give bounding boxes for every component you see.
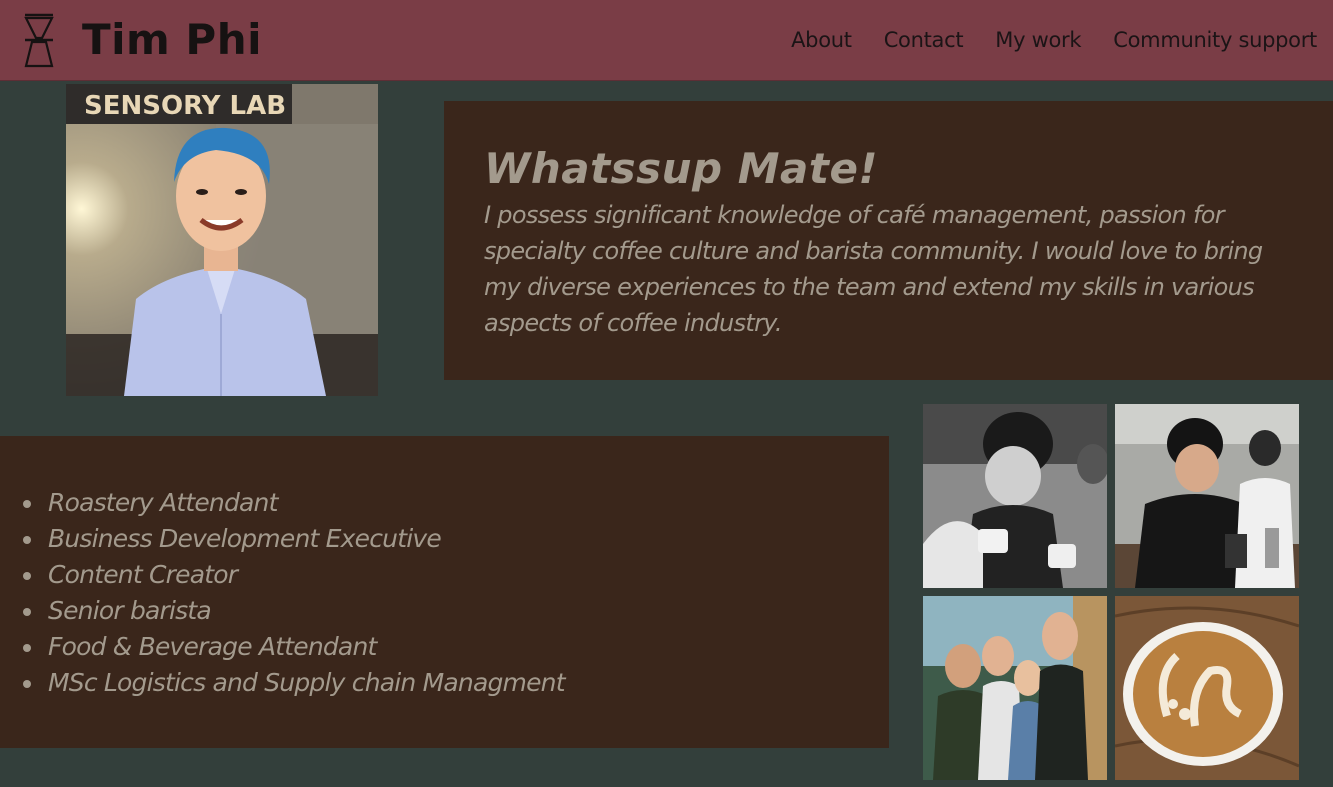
greeting-heading: Whatssup Mate! <box>484 144 879 193</box>
experience-list-item: Food & Beverage Attendant <box>23 629 565 665</box>
sensory-lab-sign-text: SENSORY LAB <box>84 91 286 121</box>
nav-link-community-support[interactable]: Community support <box>1113 26 1317 54</box>
coffee-dripper-icon[interactable] <box>20 12 58 70</box>
experience-list-item: Content Creator <box>23 557 565 593</box>
experience-list-item: MSc Logistics and Supply chain Managment <box>23 665 566 701</box>
gallery-photo-barista-brewing[interactable] <box>1115 404 1299 588</box>
gallery-photo-cupping[interactable] <box>923 404 1107 588</box>
experience-list-item: Senior barista <box>23 593 565 629</box>
site-brand-name[interactable]: Tim Phi <box>82 14 262 66</box>
nav-link-about[interactable]: About <box>791 26 852 54</box>
gallery-photo-latte-art[interactable] <box>1115 596 1299 780</box>
experience-card: Roastery Attendant Business Development … <box>0 436 889 748</box>
nav-link-my-work[interactable]: My work <box>995 26 1081 54</box>
nav-link-contact[interactable]: Contact <box>884 26 964 54</box>
gallery-photo-group-friends[interactable] <box>923 596 1107 780</box>
experience-list-item: Roastery Attendant <box>23 485 565 521</box>
main-nav: About Contact My work Community support <box>791 26 1317 54</box>
intro-card: Whatssup Mate! I possess significant kno… <box>444 101 1333 380</box>
bio-paragraph: I possess significant knowledge of café … <box>484 201 1263 337</box>
experience-list: Roastery Attendant Business Development … <box>0 485 566 701</box>
top-navbar: Tim Phi About Contact My work Community … <box>0 0 1333 81</box>
experience-list-item: Business Development Executive <box>23 521 565 557</box>
profile-portrait-photo: SENSORY LAB <box>66 84 378 396</box>
